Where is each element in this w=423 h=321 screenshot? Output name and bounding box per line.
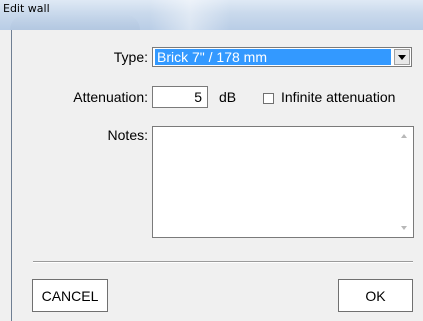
type-dropdown[interactable]: Brick 7" / 178 mm bbox=[152, 47, 412, 67]
attenuation-unit: dB bbox=[219, 89, 237, 105]
title-bar-glare bbox=[150, 0, 230, 30]
type-selected-value: Brick 7" / 178 mm bbox=[155, 49, 391, 65]
window-title: Edit wall bbox=[3, 2, 50, 15]
dialog-body: Type: Brick 7" / 178 mm Attenuation: 5 d… bbox=[11, 30, 423, 321]
dropdown-arrow-button[interactable] bbox=[394, 49, 410, 65]
infinite-attenuation-checkbox[interactable] bbox=[263, 93, 274, 104]
cancel-button[interactable]: CANCEL bbox=[32, 279, 108, 312]
type-label: Type: bbox=[113, 49, 148, 65]
scroll-up-icon[interactable] bbox=[401, 134, 407, 138]
attenuation-input[interactable]: 5 bbox=[152, 86, 208, 108]
divider bbox=[33, 261, 413, 263]
chevron-down-icon bbox=[398, 54, 406, 60]
ok-button[interactable]: OK bbox=[338, 279, 413, 312]
title-bar-reflection bbox=[10, 14, 140, 30]
notes-scrollbar[interactable] bbox=[396, 127, 413, 237]
title-bar[interactable]: Edit wall bbox=[0, 0, 423, 30]
notes-label: Notes: bbox=[107, 127, 148, 143]
notes-textarea[interactable] bbox=[152, 126, 414, 238]
attenuation-label: Attenuation: bbox=[73, 89, 148, 105]
infinite-attenuation-label[interactable]: Infinite attenuation bbox=[281, 89, 395, 105]
scroll-down-icon[interactable] bbox=[401, 226, 407, 230]
